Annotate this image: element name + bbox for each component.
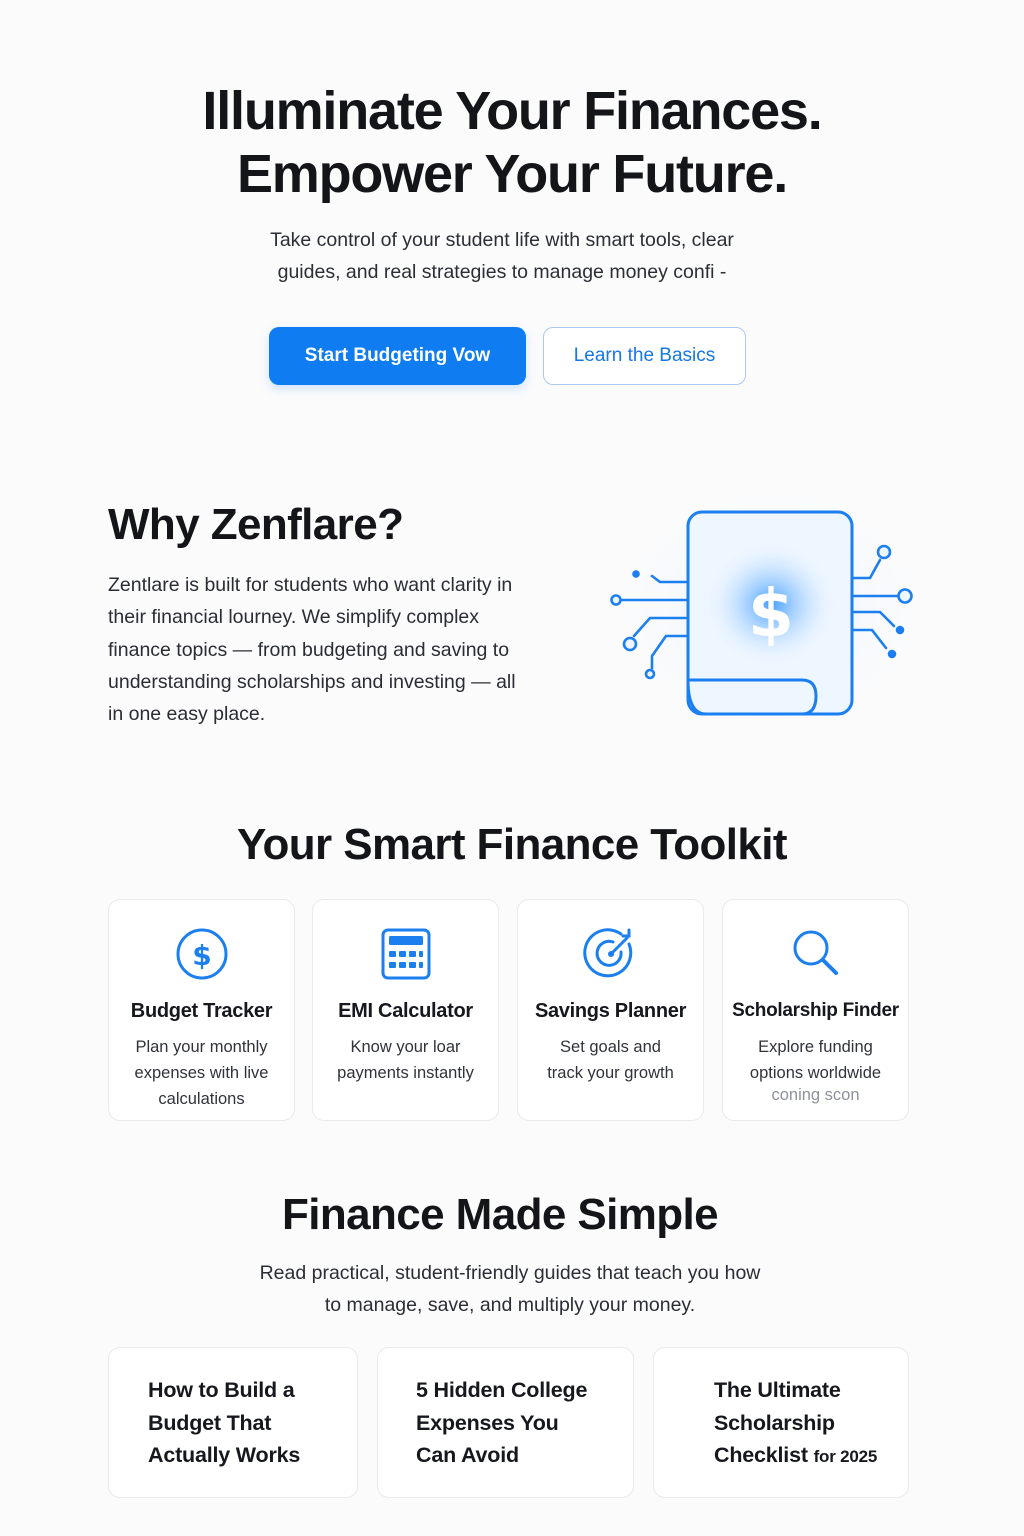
hero-subtitle: Take control of your student life with s… (232, 224, 772, 288)
tool-description: Set goals and track your growth (532, 1034, 689, 1086)
tool-description: Explore funding options worldwide (737, 1034, 894, 1086)
landing-page: Illuminate Your Finances. Empower Your F… (0, 0, 1024, 1536)
guide-card-scholarship-checklist[interactable]: The Ultimate Scholarship Checklist for 2… (653, 1347, 909, 1498)
tool-desc-line: calculations (158, 1090, 245, 1108)
learn-basics-button[interactable]: Learn the Basics (543, 327, 746, 385)
tool-name: Scholarship Finder (732, 1000, 899, 1021)
tool-card-scholarship-finder[interactable]: Scholarship Finder Explore funding optio… (722, 899, 909, 1121)
why-body: Zentlare is built for students who want … (108, 569, 563, 730)
coming-soon-label: coning scon (771, 1086, 860, 1104)
guide-card-build-budget[interactable]: How to Build a Budget That Actually Work… (108, 1347, 358, 1498)
why-body-line: their financial lourney. We simplify com… (108, 606, 480, 629)
tool-name: Budget Tracker (130, 1000, 273, 1022)
start-budgeting-button[interactable]: Start Budgeting Vow (269, 327, 526, 385)
simple-subtitle-line-1: Read practical, student-friendly guides … (259, 1262, 761, 1284)
tool-name: Savings Planner (534, 1000, 687, 1022)
guide-title-line: Actually Works (148, 1443, 301, 1467)
why-body-line: in one easy place. (108, 703, 266, 726)
toolkit-title: Your Smart Finance Toolkit (237, 820, 788, 869)
why-body-line: understanding scholarships and investing… (108, 670, 516, 693)
guide-title: 5 Hidden College Expenses You Can Avoid (416, 1374, 587, 1472)
tool-desc-line: expenses with live (134, 1064, 269, 1082)
guide-title-line: Budget That (148, 1410, 272, 1435)
guide-title: How to Build a Budget That Actually Work… (148, 1374, 300, 1472)
hero-title: Illuminate Your Finances. Empower Your F… (0, 80, 1024, 206)
guide-title-line: Expenses You (416, 1410, 559, 1435)
guide-title-line: How to Build a (148, 1378, 295, 1402)
tool-desc-line: Explore funding (758, 1038, 873, 1056)
guide-title: The Ultimate Scholarship Checklist for 2… (714, 1374, 877, 1474)
tool-description: Plan your monthly expenses with live cal… (123, 1034, 280, 1112)
search-icon (723, 926, 908, 982)
guide-title-line: 5 Hidden College (416, 1378, 588, 1402)
calculator-icon (313, 926, 498, 982)
guide-title-line: Can Avoid (416, 1443, 519, 1467)
guide-title-suffix: for 2025 (813, 1447, 878, 1466)
why-body-line: finance topics — from budgeting and savi… (108, 638, 510, 661)
why-title: Why Zenflare? (108, 500, 404, 549)
tool-desc-line: Plan your monthly (135, 1038, 268, 1056)
tool-card-savings-planner[interactable]: Savings Planner Set goals and track your… (517, 899, 704, 1121)
tool-desc-line: track your growth (547, 1064, 674, 1082)
guide-title-line: The Ultimate (714, 1378, 841, 1402)
tool-name: EMI Calculator (338, 1000, 473, 1022)
why-body-line: Zentlare is built for students who want … (108, 574, 513, 596)
dollar-symbol: $ (748, 575, 794, 652)
simple-subtitle: Read practical, student-friendly guides … (220, 1257, 800, 1321)
tool-card-emi-calculator[interactable]: EMI Calculator Know your loar payments i… (312, 899, 499, 1121)
tool-desc-line: Set goals and (560, 1038, 661, 1056)
guide-title-line: Checklist (714, 1443, 808, 1467)
guide-card-hidden-expenses[interactable]: 5 Hidden College Expenses You Can Avoid (377, 1347, 634, 1498)
tool-desc-line: Know your loar (350, 1038, 461, 1056)
simple-title: Finance Made Simple (281, 1190, 719, 1239)
hero-title-line-2: Empower Your Future. (236, 144, 788, 204)
simple-subtitle-line-2: to manage, save, and multiply your money… (324, 1294, 696, 1316)
guide-title-line: Scholarship (714, 1410, 835, 1435)
tool-card-budget-tracker[interactable]: $ Budget Tracker Plan your monthly expen… (108, 899, 295, 1121)
tool-desc-line: options worldwide (749, 1064, 882, 1082)
tool-description: Know your loar payments instantly (327, 1034, 484, 1086)
svg-text:$: $ (192, 939, 211, 972)
target-icon (518, 926, 703, 982)
hero-title-line-1: Illuminate Your Finances. (202, 81, 822, 141)
dollar-circle-icon: $ (109, 926, 294, 982)
tool-desc-line: payments instantly (337, 1064, 474, 1082)
hero-subtitle-line-1: Take control of your student life with s… (270, 229, 734, 251)
dollar-document-circuit-icon: $ (610, 496, 921, 726)
hero-subtitle-line-2: guides, and real strategies to manage mo… (277, 261, 727, 283)
